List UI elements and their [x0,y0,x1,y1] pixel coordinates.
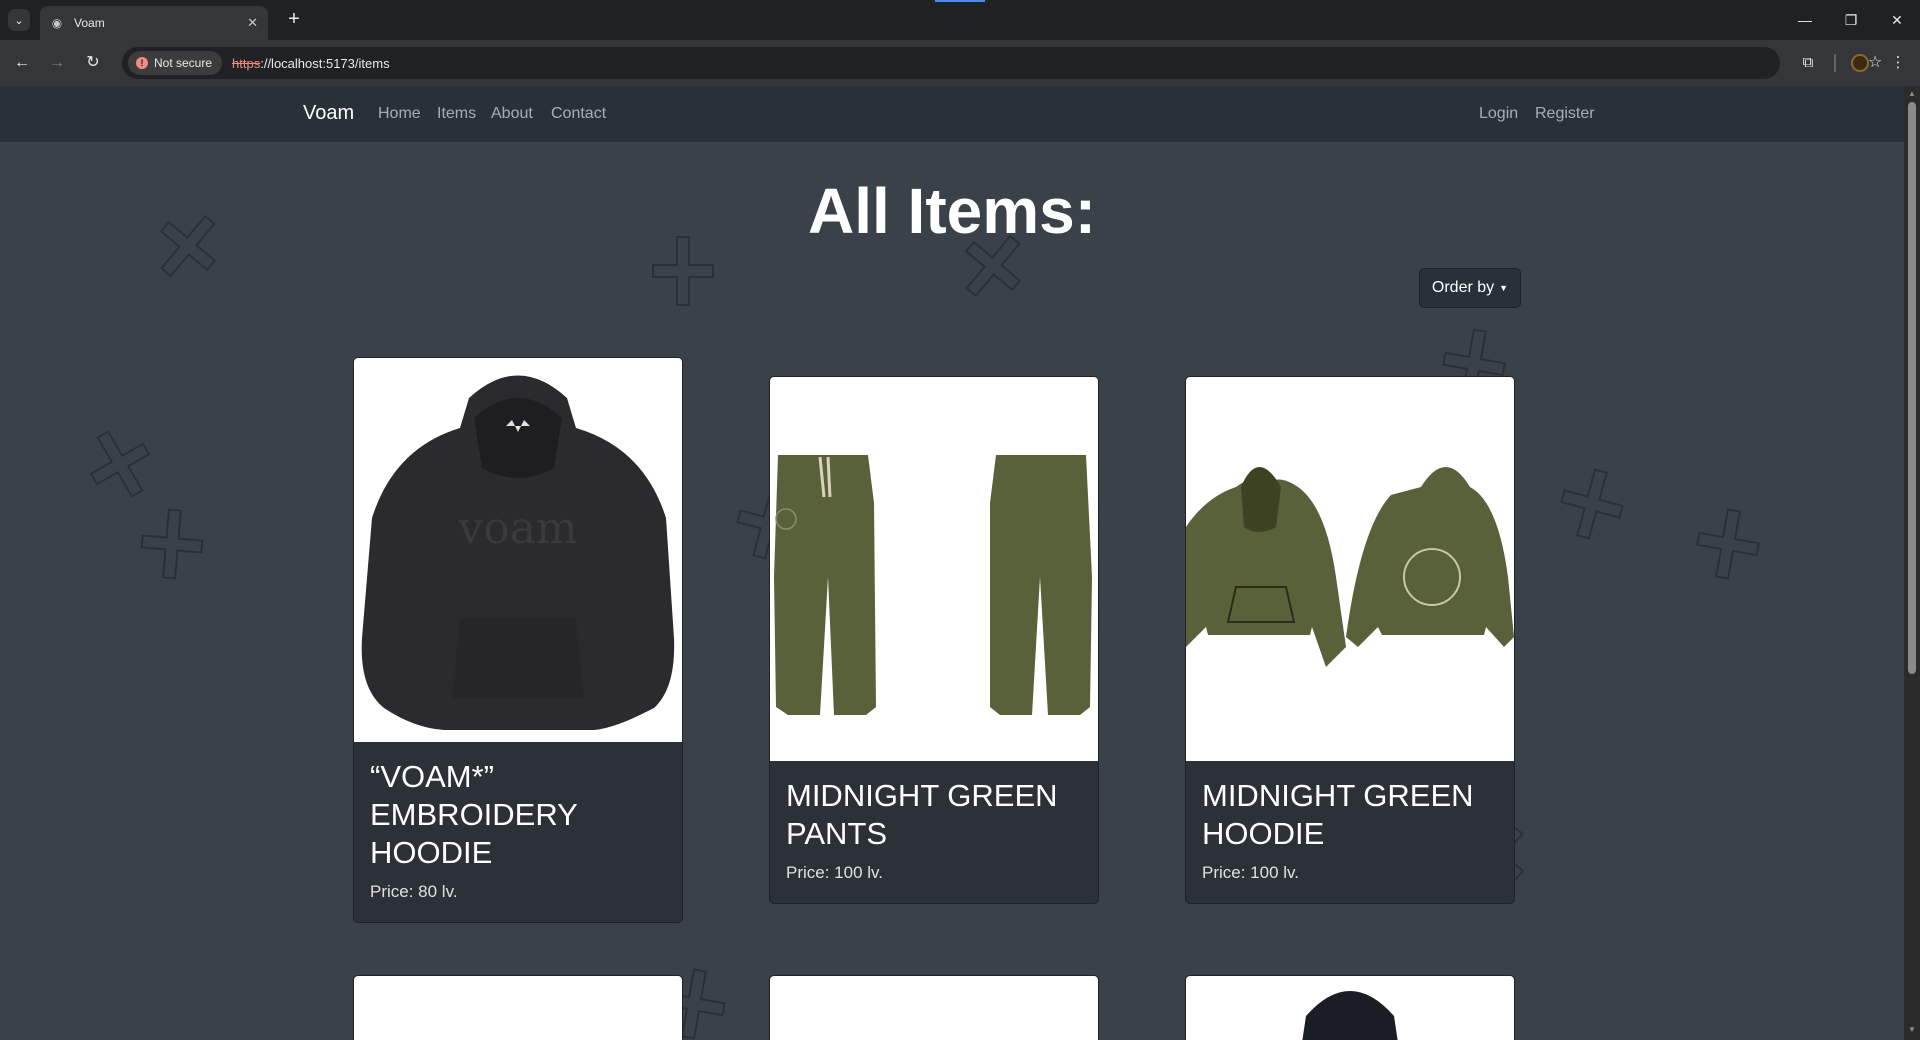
item-image[interactable]: voam [354,358,682,742]
browser-tab-bar: ⌄ ◉ Voam ✕ + — ❐ ✕ [0,0,1920,40]
black-hoodie-image [1302,991,1398,1040]
green-hoodie-image [1186,467,1514,667]
item-card[interactable] [353,975,683,1040]
card-body: MIDNIGHT GREEN HOODIE Price: 100 lv. [1186,761,1514,903]
profile-avatar[interactable] [1851,54,1869,72]
order-by-dropdown[interactable]: Order by ▼ [1419,268,1521,308]
item-image[interactable] [1186,377,1514,761]
nav-about[interactable]: About [491,105,533,123]
page-title: All Items: [807,175,1097,247]
site-navbar: Voam Home Items About Contact Login Regi… [0,86,1904,142]
tab-search-button[interactable]: ⌄ [8,9,30,31]
nav-register[interactable]: Register [1535,105,1595,123]
url-scheme: https [232,55,261,71]
item-price: Price: 100 lv. [1202,863,1300,882]
item-card[interactable]: MIDNIGHT GREEN PANTS Price: 100 lv. [769,376,1099,904]
nav-home[interactable]: Home [378,105,421,123]
item-card[interactable]: voam “VOAM*” EMBROIDERY HOODIE Price: 80… [353,357,683,923]
browser-tab[interactable]: ◉ Voam ✕ [40,6,268,40]
forward-button[interactable]: → [45,51,69,75]
svg-text:voam: voam [457,503,577,554]
page-scrollbar[interactable]: ▲ ▼ [1904,86,1920,1040]
nav-contact[interactable]: Contact [551,105,606,123]
close-tab-icon[interactable]: ✕ [247,15,258,31]
url-path: ://localhost:5173/items [260,55,390,71]
toolbar-divider [1834,54,1836,72]
scrollbar-thumb[interactable] [1908,102,1916,674]
close-window-button[interactable]: ✕ [1874,0,1920,40]
security-label: Not secure [154,56,213,70]
item-name: MIDNIGHT GREEN PANTS [786,778,1058,851]
minimize-button[interactable]: — [1782,0,1828,40]
card-body: “VOAM*” EMBROIDERY HOODIE Price: 80 lv. [354,742,682,922]
brand-link[interactable]: Voam [303,102,354,125]
tab-title: Voam [74,16,105,30]
browser-toolbar: ← → ↻ ! Not secure https://localhost:517… [0,40,1920,86]
item-card[interactable] [769,975,1099,1040]
green-pants-image [774,455,1092,715]
scroll-up-icon[interactable]: ▲ [1908,90,1916,98]
item-card[interactable]: MIDNIGHT GREEN HOODIE Price: 100 lv. [1185,376,1515,904]
restore-button[interactable]: ❐ [1828,0,1874,40]
globe-icon: ◉ [51,16,63,30]
black-hoodie-image: voam [361,375,675,730]
reload-button[interactable]: ↻ [81,51,105,75]
security-chip[interactable]: ! Not secure [128,51,223,75]
page-viewport: Voam Home Items About Contact Login Regi… [0,86,1904,1040]
warning-icon: ! [136,57,148,69]
bookmark-star-icon[interactable]: ☆ [1868,47,1882,79]
item-card[interactable] [1185,975,1515,1040]
menu-kebab-icon[interactable]: ⋮ [1886,51,1910,75]
caret-down-icon: ▼ [1499,283,1509,293]
extensions-icon[interactable]: ⧉ [1796,51,1820,75]
nav-items[interactable]: Items [437,105,476,123]
card-body: MIDNIGHT GREEN PANTS Price: 100 lv. [770,761,1098,903]
item-name: “VOAM*” EMBROIDERY HOODIE [370,759,578,870]
order-by-label: Order by [1431,279,1495,296]
nav-login[interactable]: Login [1479,105,1518,123]
item-price: Price: 100 lv. [786,863,884,882]
item-name: MIDNIGHT GREEN HOODIE [1202,778,1474,851]
scroll-down-icon[interactable]: ▼ [1908,1026,1916,1034]
item-price: Price: 80 lv. [370,882,458,901]
active-indicator [935,0,985,2]
back-button[interactable]: ← [10,51,34,75]
new-tab-button[interactable]: + [282,8,306,32]
item-image[interactable] [770,377,1098,761]
address-bar[interactable]: ! Not secure https://localhost:5173/item… [122,47,1882,79]
url-text[interactable]: https://localhost:5173/items [232,56,390,71]
